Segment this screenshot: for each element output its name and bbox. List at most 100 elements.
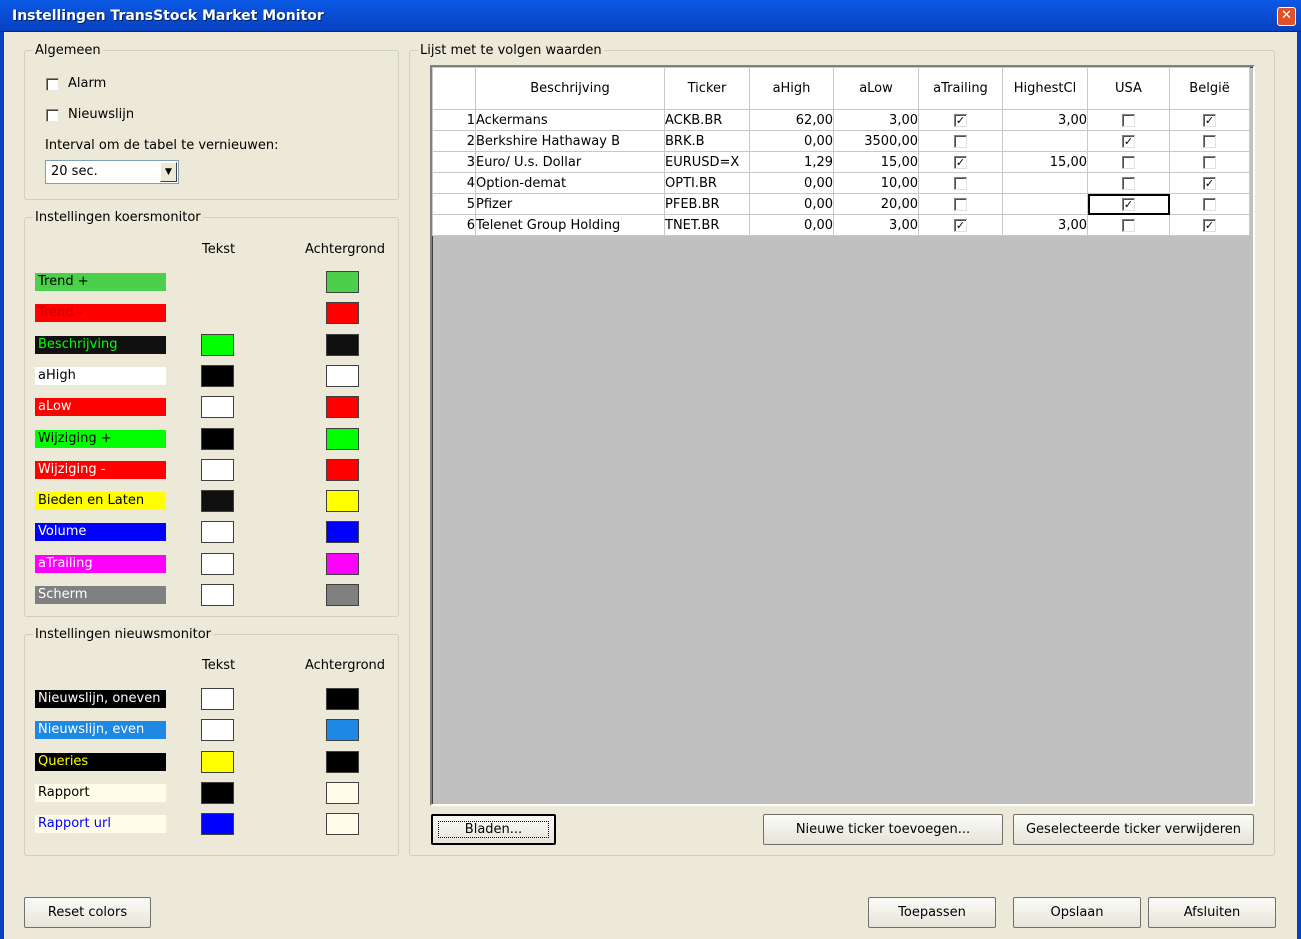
alow-cell[interactable]: 10,00	[833, 172, 919, 194]
news-monitor-row-text-color-swatch[interactable]	[201, 688, 234, 710]
beschrijving-cell[interactable]: Pfizer	[475, 193, 665, 215]
price-monitor-row-text-color-swatch[interactable]	[201, 521, 234, 544]
news-monitor-row-background-color-swatch[interactable]	[326, 750, 359, 773]
ahigh-cell[interactable]: 1,29	[749, 151, 834, 173]
usa-checkbox[interactable]: ✓	[1087, 193, 1170, 215]
table-row[interactable]: 3 Euro/ U.s. Dollar EURUSD=X 1,29 15,00 ✓ 15,0…	[432, 151, 1250, 173]
highestcl-cell[interactable]	[1002, 172, 1088, 194]
row-number-cell[interactable]: 3	[432, 151, 476, 173]
price-monitor-row-background-color-swatch[interactable]	[326, 333, 359, 356]
price-monitor-row-background-color-swatch[interactable]	[326, 584, 359, 606]
alow-cell[interactable]: 15,00	[833, 151, 919, 173]
beschrijving-cell[interactable]: Telenet Group Holding	[475, 214, 665, 236]
news-monitor-row-text-color-swatch[interactable]	[201, 781, 234, 804]
atrailing-checkbox-box[interactable]	[954, 197, 967, 211]
belgie-checkbox-box[interactable]: ✓	[1203, 218, 1216, 232]
news-monitor-row-background-color-swatch[interactable]	[326, 813, 359, 836]
atrailing-checkbox-box[interactable]: ✓	[954, 155, 967, 169]
alarm-checkbox[interactable]	[46, 78, 59, 91]
highestcl-cell[interactable]: 15,00	[1002, 151, 1088, 173]
usa-checkbox-box[interactable]	[1122, 176, 1135, 190]
nieuwslijn-checkbox[interactable]	[46, 109, 59, 122]
usa-checkbox[interactable]	[1087, 214, 1170, 236]
ticker-cell[interactable]: EURUSD=X	[664, 151, 750, 173]
beschrijving-cell[interactable]: Berkshire Hathaway B	[475, 130, 665, 152]
alow-cell[interactable]: 20,00	[833, 193, 919, 215]
row-number-cell[interactable]: 2	[432, 130, 476, 152]
price-monitor-row-text-color-swatch[interactable]	[201, 458, 234, 481]
belgie-checkbox-box[interactable]	[1203, 155, 1216, 169]
price-monitor-row-background-color-swatch[interactable]	[326, 302, 359, 325]
price-monitor-row-background-color-swatch[interactable]	[326, 271, 359, 293]
price-monitor-row-text-color-swatch[interactable]	[201, 552, 234, 575]
close-icon[interactable]: ✕	[1277, 7, 1296, 26]
ticker-cell[interactable]: OPTI.BR	[664, 172, 750, 194]
highestcl-cell[interactable]	[1002, 130, 1088, 152]
row-number-cell[interactable]: 6	[432, 214, 476, 236]
col-header-usa[interactable]: USA	[1087, 67, 1170, 110]
belgie-checkbox-box[interactable]: ✓	[1203, 176, 1216, 190]
atrailing-checkbox[interactable]	[918, 130, 1003, 152]
ahigh-cell[interactable]: 0,00	[749, 193, 834, 215]
col-header-atrailing[interactable]: aTrailing	[918, 67, 1003, 110]
highestcl-cell[interactable]: 3,00	[1002, 109, 1088, 131]
alow-cell[interactable]: 3,00	[833, 109, 919, 131]
alow-cell[interactable]: 3500,00	[833, 130, 919, 152]
beschrijving-cell[interactable]: Option-demat	[475, 172, 665, 194]
atrailing-checkbox[interactable]	[918, 193, 1003, 215]
ahigh-cell[interactable]: 0,00	[749, 214, 834, 236]
table-row[interactable]: 6 Telenet Group Holding TNET.BR 0,00 3,00 ✓ 3,…	[432, 214, 1250, 236]
beschrijving-cell[interactable]: Ackermans	[475, 109, 665, 131]
belgie-checkbox[interactable]: ✓	[1169, 172, 1250, 194]
apply-button[interactable]: Toepassen	[868, 897, 996, 928]
usa-checkbox[interactable]	[1087, 172, 1170, 194]
price-monitor-row-background-color-swatch[interactable]	[326, 364, 359, 387]
col-header-highestcl[interactable]: HighestCl	[1002, 67, 1088, 110]
usa-checkbox-box[interactable]: ✓	[1122, 134, 1135, 148]
usa-checkbox-box[interactable]	[1122, 155, 1135, 169]
col-header-beschrijving[interactable]: Beschrijving	[475, 67, 665, 110]
price-monitor-row-background-color-swatch[interactable]	[326, 521, 359, 544]
browse-button[interactable]: Bladen...	[431, 814, 556, 845]
highestcl-cell[interactable]	[1002, 193, 1088, 215]
chevron-down-icon[interactable]: ▼	[160, 162, 177, 182]
belgie-checkbox-box[interactable]: ✓	[1203, 113, 1216, 127]
ahigh-cell[interactable]: 62,00	[749, 109, 834, 131]
atrailing-checkbox-box[interactable]	[954, 176, 967, 190]
belgie-checkbox[interactable]	[1169, 151, 1250, 173]
beschrijving-cell[interactable]: Euro/ U.s. Dollar	[475, 151, 665, 173]
belgie-checkbox[interactable]: ✓	[1169, 214, 1250, 236]
close-button[interactable]: Afsluiten	[1148, 897, 1276, 928]
usa-checkbox[interactable]	[1087, 151, 1170, 173]
table-row[interactable]: 5 Pfizer PFEB.BR 0,00 20,00 ✓	[432, 193, 1250, 215]
news-monitor-row-background-color-swatch[interactable]	[326, 781, 359, 804]
save-button[interactable]: Opslaan	[1013, 897, 1141, 928]
news-monitor-row-background-color-swatch[interactable]	[326, 688, 359, 710]
ticker-cell[interactable]: TNET.BR	[664, 214, 750, 236]
atrailing-checkbox[interactable]: ✓	[918, 214, 1003, 236]
price-monitor-row-background-color-swatch[interactable]	[326, 396, 359, 419]
reset-colors-button[interactable]: Reset colors	[24, 897, 151, 928]
usa-checkbox[interactable]: ✓	[1087, 130, 1170, 152]
price-monitor-row-text-color-swatch[interactable]	[201, 427, 234, 450]
belgie-checkbox[interactable]	[1169, 193, 1250, 215]
highestcl-cell[interactable]: 3,00	[1002, 214, 1088, 236]
atrailing-checkbox[interactable]: ✓	[918, 109, 1003, 131]
usa-checkbox-box[interactable]	[1122, 218, 1135, 232]
ticker-cell[interactable]: PFEB.BR	[664, 193, 750, 215]
price-monitor-row-text-color-swatch[interactable]	[201, 364, 234, 387]
col-header-alow[interactable]: aLow	[833, 67, 919, 110]
price-monitor-row-text-color-swatch[interactable]	[201, 396, 234, 419]
add-ticker-button[interactable]: Nieuwe ticker toevoegen...	[763, 814, 1003, 845]
row-number-cell[interactable]: 5	[432, 193, 476, 215]
news-monitor-row-text-color-swatch[interactable]	[201, 813, 234, 836]
ahigh-cell[interactable]: 0,00	[749, 172, 834, 194]
news-monitor-row-text-color-swatch[interactable]	[201, 719, 234, 742]
table-row[interactable]: 4 Option-demat OPTI.BR 0,00 10,00 ✓	[432, 172, 1250, 194]
usa-checkbox[interactable]	[1087, 109, 1170, 131]
belgie-checkbox-box[interactable]	[1203, 134, 1216, 148]
news-monitor-row-text-color-swatch[interactable]	[201, 750, 234, 773]
atrailing-checkbox[interactable]: ✓	[918, 151, 1003, 173]
ahigh-cell[interactable]: 0,00	[749, 130, 834, 152]
ticker-cell[interactable]: ACKB.BR	[664, 109, 750, 131]
